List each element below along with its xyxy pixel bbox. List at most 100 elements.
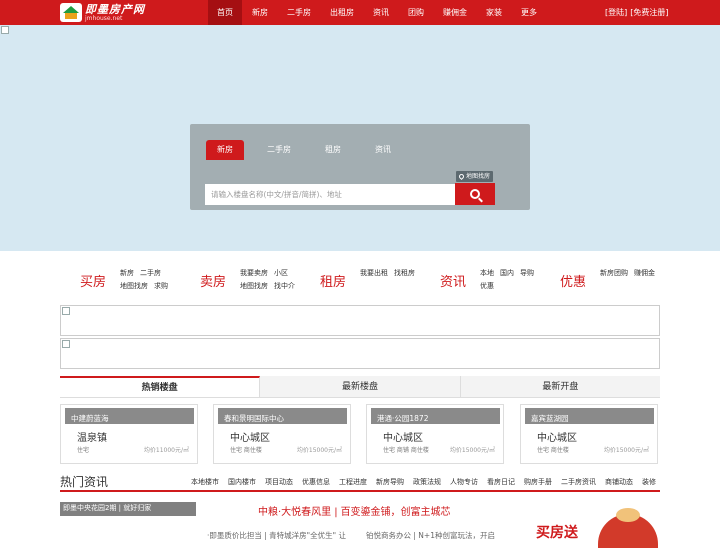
- tab-new-opening[interactable]: 最新开盘: [461, 376, 660, 397]
- category-title[interactable]: 卖房: [200, 271, 226, 290]
- listing-type: 住宅: [77, 447, 90, 454]
- news-tag[interactable]: 购房手册: [524, 477, 552, 487]
- listing-price: 均价15000元/㎡: [449, 447, 495, 454]
- broken-image-icon: [62, 307, 70, 315]
- tab-newest[interactable]: 最新楼盘: [260, 376, 461, 397]
- category-link[interactable]: 地图找房: [240, 281, 268, 291]
- category-row: 买房 新房 二手房 地图找房 求购 卖房 我要卖房 小区 地图找房 找中介 租房…: [60, 259, 660, 301]
- category-link[interactable]: 导购: [520, 268, 534, 278]
- nav-decoration[interactable]: 家装: [477, 0, 511, 25]
- news-tag[interactable]: 工程进度: [339, 477, 367, 487]
- category-link[interactable]: 二手房: [140, 268, 161, 278]
- news-item[interactable]: ·即墨质价比担当 | 青特城洋房"全优生" 让: [207, 530, 346, 541]
- site-logo[interactable]: 即墨房产网 jmhouse.net: [60, 2, 145, 23]
- news-tag[interactable]: 政策法规: [413, 477, 441, 487]
- category-link[interactable]: 新房团购: [600, 268, 628, 278]
- news-headline[interactable]: 中粮·大悦春风里 | 百变鎏金铺，创富主城芯: [258, 503, 451, 518]
- main-nav: 首页 新房 二手房 出租房 资讯 团购 赚佣金 家装 更多: [208, 0, 547, 25]
- nav-group-buy[interactable]: 团购: [399, 0, 433, 25]
- news-tag[interactable]: 优惠信息: [302, 477, 330, 487]
- search-tab-rental[interactable]: 租房: [314, 140, 352, 160]
- search-tab-new-house[interactable]: 新房: [206, 140, 244, 160]
- nav-commission[interactable]: 赚佣金: [434, 0, 476, 25]
- news-thumbnail[interactable]: 即墨中央花园2期 | 就好归家: [60, 502, 196, 516]
- category-link[interactable]: 求购: [154, 281, 168, 291]
- search-tab-second-hand[interactable]: 二手房: [256, 140, 302, 160]
- ad-banner[interactable]: [60, 338, 660, 369]
- listing-image: 港通·公园1872: [371, 408, 500, 424]
- listing-card[interactable]: 春和景明国际中心 中心城区 住宅 商住楼 均价15000元/㎡: [213, 404, 351, 464]
- search-tabs: 新房 二手房 租房 资讯: [206, 140, 414, 160]
- listing-type: 住宅 商住楼: [230, 447, 262, 454]
- ad-banner[interactable]: [60, 305, 660, 336]
- listing-name: 春和景明国际中心: [224, 414, 284, 423]
- news-tag[interactable]: 项目动态: [265, 477, 293, 487]
- logo-domain: jmhouse.net: [85, 14, 123, 22]
- listing-grid: 中建蔚蓝海 温泉镇 住宅 均价11000元/㎡ 春和景明国际中心 中心城区 住宅…: [60, 404, 660, 464]
- news-section-header: 热门资讯 本地楼市 国内楼市 项目动态 优惠信息 工程进度 新房导购 政策法规 …: [60, 470, 660, 492]
- listing-district: 温泉镇: [77, 433, 107, 444]
- news-item[interactable]: 铂悦商务办公 | N+1种创富玩法，开启: [366, 530, 495, 541]
- tab-hot-sale[interactable]: 热销楼盘: [60, 376, 261, 397]
- category-sell: 卖房 我要卖房 小区 地图找房 找中介: [180, 259, 300, 301]
- listing-card[interactable]: 港通·公园1872 中心城区 住宅 商铺 商住楼 均价15000元/㎡: [366, 404, 504, 464]
- nav-new-house[interactable]: 新房: [243, 0, 277, 25]
- category-link[interactable]: 地图找房: [120, 281, 148, 291]
- promo-banner[interactable]: 买房送: [536, 508, 662, 548]
- category-link[interactable]: 优惠: [480, 281, 494, 291]
- search-icon: [470, 189, 480, 199]
- user-links: [登陆] [免费注册]: [605, 0, 669, 25]
- listing-card[interactable]: 嘉宾蓝湖园 中心城区 住宅 商住楼 均价15000元/㎡: [520, 404, 658, 464]
- search-button[interactable]: [455, 183, 495, 205]
- top-nav-bar: 即墨房产网 jmhouse.net 首页 新房 二手房 出租房 资讯 团购 赚佣…: [0, 0, 720, 25]
- category-title[interactable]: 租房: [320, 271, 346, 290]
- category-link[interactable]: 本地: [480, 268, 494, 278]
- login-link[interactable]: [登陆]: [605, 0, 627, 25]
- category-link[interactable]: 我要卖房: [240, 268, 268, 278]
- nav-rental[interactable]: 出租房: [321, 0, 363, 25]
- map-find-button[interactable]: 地图找房: [456, 171, 494, 182]
- broken-image-icon: [1, 26, 9, 34]
- listing-image: 中建蔚蓝海: [65, 408, 194, 424]
- news-tag[interactable]: 本地楼市: [191, 477, 219, 487]
- nav-more[interactable]: 更多: [512, 0, 546, 25]
- category-title[interactable]: 优惠: [560, 271, 586, 290]
- listing-name: 中建蔚蓝海: [71, 414, 109, 423]
- listing-type: 住宅 商住楼: [537, 447, 569, 454]
- category-link[interactable]: 我要出租: [360, 268, 388, 278]
- nav-second-hand[interactable]: 二手房: [278, 0, 320, 25]
- search-tab-news[interactable]: 资讯: [364, 140, 402, 160]
- news-tag[interactable]: 二手房资讯: [561, 477, 596, 487]
- category-link[interactable]: 找租房: [394, 268, 415, 278]
- listing-price: 均价15000元/㎡: [296, 447, 342, 454]
- register-link[interactable]: [免费注册]: [630, 0, 668, 25]
- category-link[interactable]: 找中介: [274, 281, 295, 291]
- listing-type: 住宅 商铺 商住楼: [383, 447, 429, 454]
- category-title[interactable]: 资讯: [440, 271, 466, 290]
- news-tag[interactable]: 商铺动态: [605, 477, 633, 487]
- listing-card[interactable]: 中建蔚蓝海 温泉镇 住宅 均价11000元/㎡: [60, 404, 198, 464]
- broken-image-icon: [62, 340, 70, 348]
- news-tag[interactable]: 新房导购: [376, 477, 404, 487]
- headline-part-b: 百变鎏金铺，创富主城芯: [340, 507, 451, 518]
- news-tag[interactable]: 国内楼市: [228, 477, 256, 487]
- news-thumbnail-caption: 即墨中央花园2期 | 就好归家: [63, 504, 152, 512]
- search-input[interactable]: [205, 184, 455, 205]
- nav-news[interactable]: 资讯: [364, 0, 398, 25]
- category-link[interactable]: 国内: [500, 268, 514, 278]
- news-tag[interactable]: 装修: [642, 477, 656, 487]
- listing-price: 均价15000元/㎡: [603, 447, 649, 454]
- category-link[interactable]: 小区: [274, 268, 288, 278]
- news-section-title: 热门资讯: [60, 475, 109, 489]
- category-link[interactable]: 新房: [120, 268, 134, 278]
- category-title[interactable]: 买房: [80, 271, 106, 290]
- nav-home[interactable]: 首页: [208, 0, 242, 25]
- category-link[interactable]: 赚佣金: [634, 268, 655, 278]
- listing-image: 春和景明国际中心: [218, 408, 347, 424]
- map-pin-icon: [457, 172, 466, 181]
- news-tag[interactable]: 看房日记: [487, 477, 515, 487]
- news-tag[interactable]: 人物专访: [450, 477, 478, 487]
- category-discount: 优惠 新房团购 赚佣金: [540, 259, 660, 301]
- house-logo-icon: [60, 3, 82, 22]
- listing-price: 均价11000元/㎡: [143, 447, 189, 454]
